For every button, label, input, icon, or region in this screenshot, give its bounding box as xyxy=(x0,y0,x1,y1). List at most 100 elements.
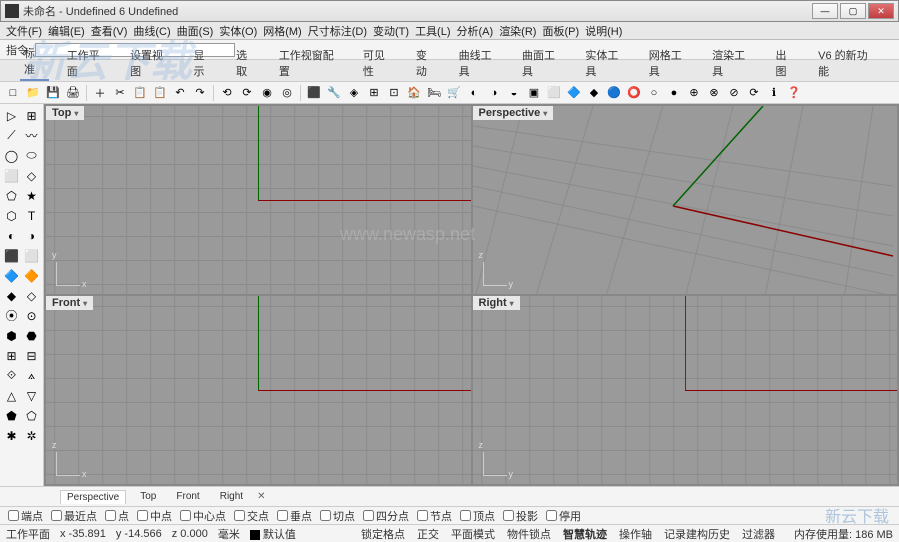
toolbar-button[interactable]: 🔵 xyxy=(605,84,623,102)
snap-option[interactable]: 顶点 xyxy=(460,508,495,524)
status-plane[interactable]: 工作平面 xyxy=(6,526,50,542)
viewport-title[interactable]: Top▾ xyxy=(46,106,84,120)
tab[interactable]: 变动 xyxy=(412,45,441,81)
toolbar-button[interactable]: ＋ xyxy=(91,84,109,102)
viewport-tab[interactable]: Perspective xyxy=(60,490,126,504)
viewport-tab[interactable]: Top xyxy=(134,490,162,503)
toolbar-button[interactable]: ◐ xyxy=(465,84,483,102)
snap-option[interactable]: 交点 xyxy=(234,508,269,524)
snap-option[interactable]: 点 xyxy=(105,508,129,524)
toolbar-button[interactable]: ◑ xyxy=(485,84,503,102)
tab[interactable]: 渲染工具 xyxy=(708,45,757,81)
menu-item[interactable]: 查看(V) xyxy=(91,23,128,39)
snap-checkbox[interactable] xyxy=(277,510,288,521)
tool-button[interactable]: ✲ xyxy=(22,426,41,445)
snap-option[interactable]: 停用 xyxy=(546,508,581,524)
snap-checkbox[interactable] xyxy=(417,510,428,521)
tool-button[interactable]: ⬜ xyxy=(2,166,21,185)
menu-item[interactable]: 尺寸标注(D) xyxy=(308,23,367,39)
menu-item[interactable]: 曲线(C) xyxy=(133,23,170,39)
menu-item[interactable]: 曲面(S) xyxy=(177,23,214,39)
tool-button[interactable]: 🔶 xyxy=(22,266,41,285)
tab[interactable]: 工作平面 xyxy=(63,45,112,81)
maximize-button[interactable]: ▢ xyxy=(840,3,866,19)
toolbar-button[interactable]: ◎ xyxy=(278,84,296,102)
snap-checkbox[interactable] xyxy=(320,510,331,521)
tool-button[interactable]: ◑ xyxy=(22,226,41,245)
status-toggle[interactable]: 记录建构历史 xyxy=(661,529,733,541)
viewport-perspective[interactable]: Perspective▾ z y xyxy=(473,106,898,294)
tool-button[interactable]: ⬢ xyxy=(2,326,21,345)
chevron-down-icon[interactable]: ▾ xyxy=(83,299,87,308)
viewport-top[interactable]: Top▾ y x xyxy=(46,106,471,294)
chevron-down-icon[interactable]: ▾ xyxy=(74,109,78,118)
tab[interactable]: 设置视图 xyxy=(126,45,175,81)
tool-button[interactable]: ✱ xyxy=(2,426,21,445)
chevron-down-icon[interactable]: ▾ xyxy=(510,299,514,308)
close-button[interactable]: ✕ xyxy=(868,3,894,19)
snap-option[interactable]: 中心点 xyxy=(180,508,226,524)
tool-button[interactable]: ⬛ xyxy=(2,246,21,265)
toolbar-button[interactable]: ⟳ xyxy=(238,84,256,102)
snap-option[interactable]: 端点 xyxy=(8,508,43,524)
toolbar-button[interactable]: ✂ xyxy=(111,84,129,102)
tool-button[interactable]: ◇ xyxy=(22,286,41,305)
tab[interactable]: V6 的新功能 xyxy=(814,45,879,81)
status-toggle[interactable]: 平面模式 xyxy=(448,529,498,541)
tool-button[interactable]: ⬜ xyxy=(22,246,41,265)
toolbar-button[interactable]: 🏠 xyxy=(405,84,423,102)
snap-checkbox[interactable] xyxy=(460,510,471,521)
tool-button[interactable]: △ xyxy=(2,386,21,405)
menu-item[interactable]: 渲染(R) xyxy=(499,23,536,39)
snap-checkbox[interactable] xyxy=(51,510,62,521)
toolbar-button[interactable]: 🖨 xyxy=(64,84,82,102)
menu-item[interactable]: 编辑(E) xyxy=(48,23,85,39)
tool-button[interactable]: ◆ xyxy=(2,286,21,305)
toolbar-button[interactable]: 🛏 xyxy=(425,84,443,102)
status-toggle[interactable]: 智慧轨迹 xyxy=(560,529,610,541)
snap-checkbox[interactable] xyxy=(546,510,557,521)
add-tab-button[interactable]: ✕ xyxy=(257,491,265,502)
tab[interactable]: 曲线工具 xyxy=(455,45,504,81)
tool-button[interactable]: ⦿ xyxy=(2,306,21,325)
toolbar-button[interactable]: ↷ xyxy=(191,84,209,102)
tool-button[interactable]: ◇ xyxy=(22,166,41,185)
toolbar-button[interactable]: ⬜ xyxy=(545,84,563,102)
tool-button[interactable]: 🔷 xyxy=(2,266,21,285)
snap-checkbox[interactable] xyxy=(234,510,245,521)
toolbar-button[interactable]: ○ xyxy=(645,84,663,102)
viewport-tab[interactable]: Right xyxy=(214,490,249,503)
chevron-down-icon[interactable]: ▾ xyxy=(543,109,547,118)
toolbar-button[interactable]: ℹ xyxy=(765,84,783,102)
tool-button[interactable]: T xyxy=(22,206,41,225)
tab[interactable]: 显示 xyxy=(189,45,218,81)
snap-checkbox[interactable] xyxy=(105,510,116,521)
tool-button[interactable]: ◐ xyxy=(2,226,21,245)
toolbar-button[interactable]: ⟲ xyxy=(218,84,236,102)
snap-option[interactable]: 最近点 xyxy=(51,508,97,524)
toolbar-button[interactable]: ⊗ xyxy=(705,84,723,102)
tab[interactable]: 出图 xyxy=(771,45,800,81)
tool-button[interactable]: ⟋ xyxy=(2,126,21,145)
status-toggle[interactable]: 物件锁点 xyxy=(504,529,554,541)
tool-button[interactable]: ★ xyxy=(22,186,41,205)
tool-button[interactable]: ⊞ xyxy=(22,106,41,125)
status-toggle[interactable]: 正交 xyxy=(414,529,442,541)
toolbar-button[interactable]: 💾 xyxy=(44,84,62,102)
toolbar-button[interactable]: ◈ xyxy=(345,84,363,102)
toolbar-button[interactable]: 🔷 xyxy=(565,84,583,102)
tool-button[interactable]: ▷ xyxy=(2,106,21,125)
snap-checkbox[interactable] xyxy=(363,510,374,521)
toolbar-button[interactable]: 🛒 xyxy=(445,84,463,102)
menu-item[interactable]: 实体(O) xyxy=(219,23,257,39)
menu-item[interactable]: 网格(M) xyxy=(263,23,302,39)
tab[interactable]: 网格工具 xyxy=(645,45,694,81)
snap-option[interactable]: 垂点 xyxy=(277,508,312,524)
toolbar-button[interactable]: ⊕ xyxy=(685,84,703,102)
minimize-button[interactable]: — xyxy=(812,3,838,19)
tab[interactable]: 选取 xyxy=(232,45,261,81)
snap-option[interactable]: 四分点 xyxy=(363,508,409,524)
toolbar-button[interactable]: ↶ xyxy=(171,84,189,102)
toolbar-button[interactable]: 📁 xyxy=(24,84,42,102)
tab[interactable]: 工作视窗配置 xyxy=(275,45,345,81)
